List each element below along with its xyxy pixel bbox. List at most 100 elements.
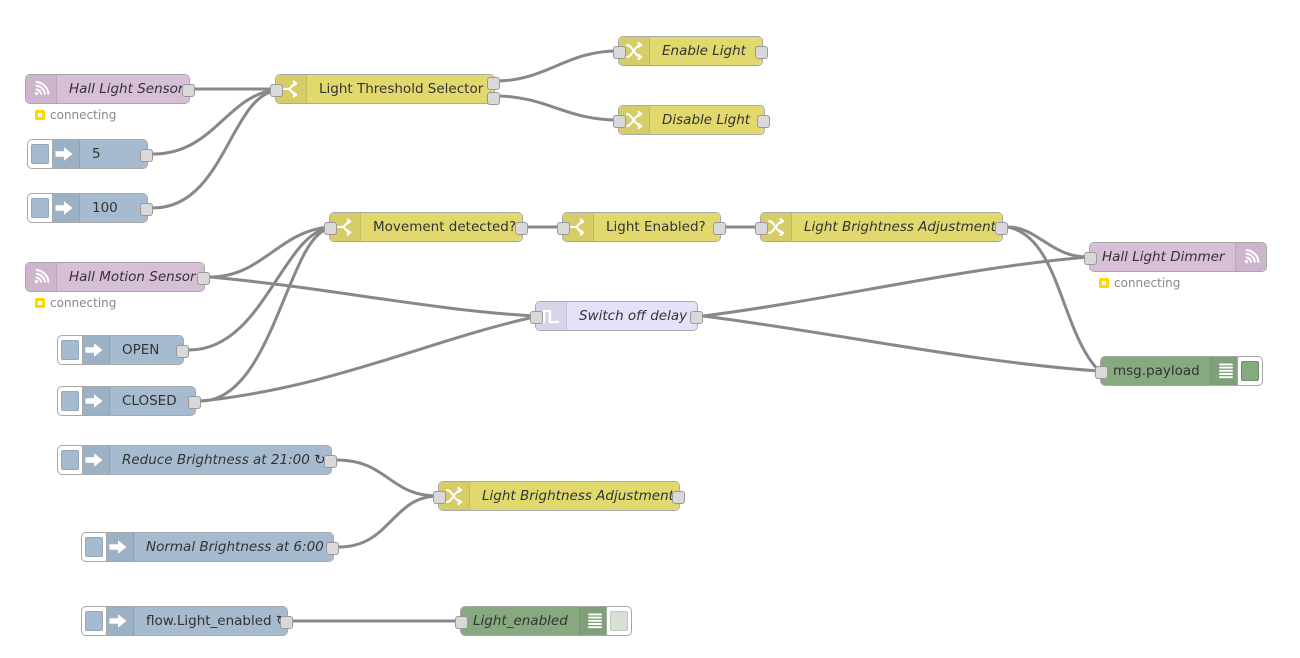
wire-light-threshold-selector-to-enable-light[interactable] [494, 49, 619, 83]
node-label: Enable Light [662, 43, 746, 59]
node-inject-100[interactable]: 100 [27, 193, 153, 223]
node-label: Reduce Brightness at 21:00 ↻ [122, 452, 326, 468]
node-label: Light_enabled [473, 613, 568, 629]
node-body: Hall Motion Sensor [26, 263, 204, 291]
node-body: Light Threshold Selector [276, 75, 494, 103]
wire-hall-motion-sensor-to-movement-detected[interactable] [208, 225, 330, 279]
wire-inject-reduce-brightness-to-light-brightness-adjustment-2[interactable] [335, 458, 439, 498]
wire-light-brightness-adjustment-1-to-hall-light-dimmer[interactable] [1006, 225, 1090, 259]
input-port[interactable] [613, 115, 626, 128]
wire-inject-100-to-light-threshold-selector[interactable] [151, 89, 276, 210]
wire-hall-motion-sensor-to-switch-off-delay[interactable] [208, 275, 536, 318]
node-inject-closed[interactable]: CLOSED [57, 386, 201, 416]
status-indicator-icon [1099, 278, 1109, 288]
signal-icon [26, 263, 57, 291]
input-port[interactable] [613, 46, 626, 59]
input-port[interactable] [1095, 366, 1108, 379]
node-debug-light-enabled[interactable]: Light_enabled [455, 606, 632, 636]
node-enable-light[interactable]: Enable Light [613, 36, 768, 66]
node-hall-motion-sensor[interactable]: Hall Motion Sensor [25, 262, 210, 292]
inject-trigger-button[interactable] [81, 606, 107, 636]
node-inject-flow-light-enabled[interactable]: flow.Light_enabled ↻ [81, 606, 293, 636]
node-label: Hall Motion Sensor [69, 269, 196, 285]
debug-toggle-button[interactable] [606, 606, 632, 636]
wire-inject-normal-brightness-to-light-brightness-adjustment-2[interactable] [337, 494, 439, 549]
status-text: connecting [1114, 276, 1181, 290]
node-label: 100 [92, 200, 118, 216]
node-switch-off-delay[interactable]: Switch off delay [530, 301, 703, 331]
node-hall-light-dimmer[interactable]: Hall Light Dimmer [1084, 242, 1267, 272]
inject-trigger-button[interactable] [27, 139, 53, 169]
input-port[interactable] [530, 311, 543, 324]
wire-light-threshold-selector-to-disable-light[interactable] [494, 94, 619, 122]
node-inject-normal-brightness[interactable]: Normal Brightness at 6:00 ↻ [81, 532, 339, 562]
output-port-2[interactable] [487, 92, 500, 105]
node-inject-reduce-brightness[interactable]: Reduce Brightness at 21:00 ↻ [57, 445, 337, 475]
wire-inject-open-to-movement-detected[interactable] [187, 226, 330, 352]
inject-trigger-button[interactable] [57, 445, 83, 475]
output-port-1[interactable] [324, 455, 337, 468]
output-port-1[interactable] [280, 616, 293, 629]
flow-canvas[interactable]: Hall Light Sensor connecting 5 100 Light Thr… [0, 0, 1300, 658]
node-inject-5[interactable]: 5 [27, 139, 153, 169]
output-port-1[interactable] [197, 272, 210, 285]
debug-toggle-button[interactable] [1237, 356, 1263, 386]
node-body: Disable Light [619, 106, 764, 134]
inject-arrow-icon [103, 607, 134, 635]
input-port[interactable] [324, 222, 337, 235]
output-port-1[interactable] [690, 311, 703, 324]
node-label: CLOSED [122, 393, 177, 409]
node-light-brightness-adjustment-1[interactable]: Light Brightness Adjustment [755, 212, 1008, 242]
inject-arrow-icon [49, 140, 80, 168]
inject-trigger-button[interactable] [57, 386, 83, 416]
input-port[interactable] [755, 222, 768, 235]
node-hall-light-sensor[interactable]: Hall Light Sensor [25, 74, 195, 104]
wire-inject-closed-to-switch-off-delay[interactable] [199, 315, 536, 403]
output-port-1[interactable] [757, 115, 770, 128]
node-light-threshold-selector[interactable]: Light Threshold Selector [270, 74, 500, 105]
inject-arrow-icon [49, 194, 80, 222]
node-disable-light[interactable]: Disable Light [613, 105, 770, 135]
output-port-1[interactable] [713, 222, 726, 235]
inject-trigger-button[interactable] [81, 532, 107, 562]
signal-icon [1235, 243, 1266, 271]
inject-trigger-button[interactable] [27, 193, 53, 223]
output-port-1[interactable] [140, 149, 153, 162]
input-port[interactable] [557, 222, 570, 235]
input-port[interactable] [1084, 252, 1097, 265]
input-port[interactable] [455, 616, 468, 629]
input-port[interactable] [270, 84, 283, 97]
node-label: OPEN [122, 342, 160, 358]
node-body: Hall Light Sensor [26, 75, 189, 103]
inject-trigger-button[interactable] [57, 335, 83, 365]
node-body: 5 [49, 140, 147, 168]
node-movement-detected[interactable]: Movement detected? [324, 212, 528, 242]
output-port-1[interactable] [995, 222, 1008, 235]
inject-arrow-icon [79, 336, 110, 364]
output-port-1[interactable] [188, 396, 201, 409]
output-port-1[interactable] [515, 222, 528, 235]
output-port-1[interactable] [755, 46, 768, 59]
inject-arrow-icon [79, 387, 110, 415]
node-debug-msg-payload[interactable]: msg.payload [1095, 356, 1263, 386]
node-inject-open[interactable]: OPEN [57, 335, 189, 365]
output-port-1[interactable] [672, 491, 685, 504]
output-port-1[interactable] [326, 542, 339, 555]
node-body: Normal Brightness at 6:00 ↻ [103, 533, 333, 561]
node-label: Light Threshold Selector [319, 81, 484, 97]
wire-switch-off-delay-to-hall-light-dimmer[interactable] [701, 255, 1090, 318]
signal-icon [26, 75, 57, 103]
output-port-1[interactable] [487, 77, 500, 90]
wire-inject-closed-to-movement-detected[interactable] [199, 227, 330, 403]
output-port-1[interactable] [140, 203, 153, 216]
input-port[interactable] [433, 491, 446, 504]
output-port-1[interactable] [176, 345, 189, 358]
node-light-brightness-adjustment-2[interactable]: Light Brightness Adjustment [433, 481, 685, 511]
wire-light-brightness-adjustment-1-to-debug-msg-payload[interactable] [1006, 225, 1101, 373]
node-label: Hall Light Dimmer [1102, 249, 1225, 265]
output-port-1[interactable] [182, 84, 195, 97]
wire-switch-off-delay-to-debug-msg-payload[interactable] [701, 314, 1101, 373]
status-text: connecting [50, 296, 117, 310]
node-body: Light_enabled [461, 607, 610, 635]
node-light-enabled[interactable]: Light Enabled? [557, 212, 726, 242]
